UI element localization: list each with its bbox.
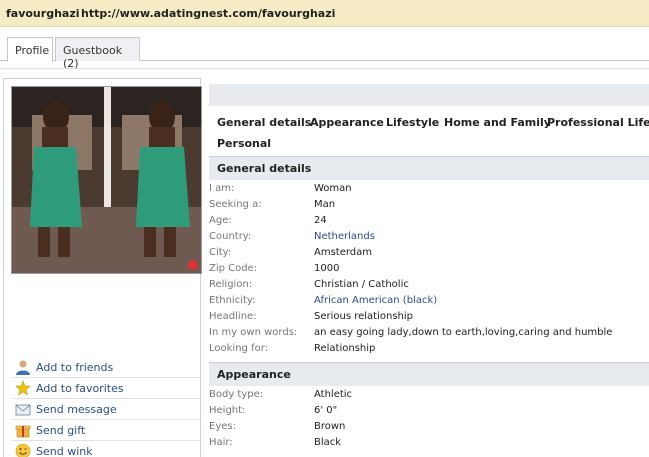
detail-value: Woman	[314, 183, 352, 194]
detail-label: Looking for:	[209, 343, 269, 354]
user-icon	[16, 360, 30, 375]
detail-label: Height:	[209, 405, 246, 416]
detail-label: Body type:	[209, 389, 264, 400]
smiley-icon	[15, 443, 31, 457]
ethnicity-link[interactable]: African American (black)	[314, 295, 437, 306]
detail-label: Seeking a:	[209, 199, 262, 210]
profile-url[interactable]: http://www.adatingnest.com/favourghazi	[81, 7, 335, 20]
detail-row: I am: Woman	[209, 181, 649, 197]
detail-row: Hair: Black	[209, 435, 649, 451]
detail-label: I am:	[209, 183, 235, 194]
section-tab-professional-life[interactable]: Professional Life	[547, 116, 649, 129]
detail-label: Eyes:	[209, 421, 236, 432]
appearance-header: Appearance	[209, 362, 649, 386]
detail-row: Age: 24	[209, 213, 649, 229]
section-tab-home-and-family[interactable]: Home and Family	[444, 116, 551, 129]
add-to-favorites-link[interactable]: Add to favorites	[12, 378, 202, 399]
detail-label: Religion:	[209, 279, 253, 290]
details-header-bar	[209, 84, 649, 106]
send-message-link[interactable]: Send message	[12, 399, 202, 420]
top-bar: favourghazi http://www.adatingnest.com/f…	[0, 0, 649, 27]
star-icon	[15, 380, 31, 396]
section-tab-general-details[interactable]: General details	[217, 116, 311, 129]
detail-label: Headline:	[209, 311, 257, 322]
send-message-label: Send message	[36, 403, 117, 416]
detail-value: 1000	[314, 263, 340, 274]
detail-value: Christian / Catholic	[314, 279, 409, 290]
detail-row: Seeking a: Man	[209, 197, 649, 213]
detail-label: In my own words:	[209, 327, 298, 338]
divider	[0, 68, 649, 73]
detail-value: Man	[314, 199, 336, 210]
detail-label: Zip Code:	[209, 263, 258, 274]
detail-label: Country:	[209, 231, 252, 242]
detail-value: Relationship	[314, 343, 376, 354]
send-wink-link[interactable]: Send wink	[12, 441, 202, 457]
profile-photo-image	[12, 87, 201, 273]
general-details-header: General details	[209, 156, 649, 180]
detail-row: Country: Netherlands	[209, 229, 649, 245]
appearance-title: Appearance	[217, 368, 291, 381]
detail-row: Headline: Serious relationship	[209, 309, 649, 325]
detail-value: 6' 0"	[314, 405, 338, 416]
send-wink-label: Send wink	[36, 445, 93, 457]
gift-icon	[15, 425, 31, 438]
envelope-icon	[15, 404, 31, 416]
profile-actions: Add to friends Add to favorites Send mes…	[12, 357, 202, 457]
section-tab-appearance[interactable]: Appearance	[310, 116, 384, 129]
left-panel: Add to friends Add to favorites Send mes…	[3, 78, 202, 457]
tab-profile[interactable]: Profile	[7, 37, 53, 62]
detail-label: City:	[209, 247, 232, 258]
add-to-friends-label: Add to friends	[36, 361, 114, 374]
detail-value: Serious relationship	[314, 311, 414, 322]
detail-row: Eyes: Brown	[209, 419, 649, 435]
section-tab-lifestyle[interactable]: Lifestyle	[386, 116, 439, 129]
profile-tabs: Profile Guestbook (2)	[0, 37, 649, 70]
detail-label: Ethnicity:	[209, 295, 256, 306]
add-to-friends-link[interactable]: Add to friends	[12, 357, 202, 378]
detail-row: City: Amsterdam	[209, 245, 649, 261]
country-link[interactable]: Netherlands	[314, 231, 375, 242]
detail-row: Body type: Athletic	[209, 387, 649, 403]
tab-guestbook[interactable]: Guestbook (2)	[55, 37, 140, 70]
detail-label: Age:	[209, 215, 232, 226]
detail-value: Brown	[314, 421, 346, 432]
profile-photo[interactable]	[11, 86, 202, 274]
profile-username: favourghazi	[6, 7, 80, 20]
general-details-title: General details	[217, 162, 312, 175]
add-to-favorites-label: Add to favorites	[36, 382, 124, 395]
detail-row: Height: 6' 0"	[209, 403, 649, 419]
detail-value: 24	[314, 215, 327, 226]
detail-value: an easy going lady,down to earth,loving,…	[314, 327, 613, 338]
detail-row: Zip Code: 1000	[209, 261, 649, 277]
detail-label: Hair:	[209, 437, 233, 448]
detail-row: In my own words: an easy going lady,down …	[209, 325, 649, 341]
detail-row: Religion: Christian / Catholic	[209, 277, 649, 293]
detail-row: Ethnicity: African American (black)	[209, 293, 649, 309]
send-gift-label: Send gift	[36, 424, 86, 437]
detail-value: Black	[314, 437, 342, 448]
detail-row: Looking for: Relationship	[209, 341, 649, 357]
detail-value: Athletic	[314, 389, 353, 400]
profile-details: General details Appearance Lifestyle Hom…	[207, 78, 649, 457]
detail-value: Amsterdam	[314, 247, 373, 258]
section-tab-personal[interactable]: Personal	[217, 137, 271, 150]
send-gift-link[interactable]: Send gift	[12, 420, 202, 441]
